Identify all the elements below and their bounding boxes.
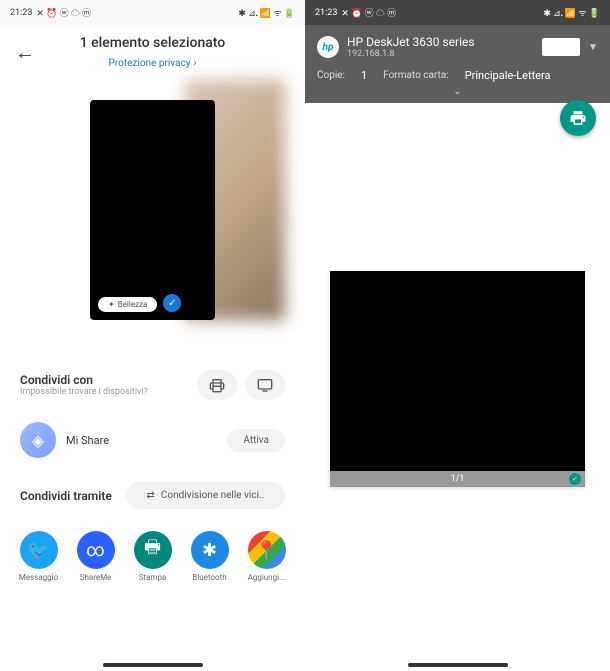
expand-options-chevron[interactable]: ⌄ — [317, 82, 598, 97]
share-app-stampa[interactable]: 🖶 Stampa — [125, 531, 180, 582]
selected-photo-thumbnail[interactable]: Bellezza ✓ — [90, 100, 215, 320]
cast-button[interactable] — [245, 370, 285, 400]
status-bar: 21:23 ✕ ⏰ ⓦ ☁ ⓜ ✱ ⊿᎐ 📶 ᯤ 🔋 — [305, 0, 610, 25]
share-apps-row: 🐦 Messaggio ∞ ShareMe 🖶 Stampa ✱ Bluetoo… — [0, 521, 305, 582]
bellezza-chip[interactable]: Bellezza — [98, 297, 157, 312]
ink-levels-indicator — [542, 38, 580, 56]
photo-preview-area: Bellezza ✓ — [20, 80, 285, 340]
nearby-share-chip[interactable]: ⇄ Condivisione nelle vici.. — [126, 482, 285, 509]
share-via-section: Condividi tramite ⇄ Condivisione nelle v… — [0, 470, 305, 521]
printer-ip: 192.168.1.8 — [347, 49, 534, 59]
chevron-right-icon: › — [193, 58, 196, 69]
printer-icon — [209, 377, 225, 393]
share-app-bluetooth[interactable]: ✱ Bluetooth — [182, 531, 237, 582]
status-time: 21:23 — [10, 8, 32, 18]
mishare-icon: ◈ — [20, 422, 56, 458]
print-button[interactable] — [197, 370, 237, 400]
nearby-icon: ⇄ — [147, 490, 155, 501]
page-content — [330, 271, 585, 471]
print-fab-button[interactable] — [560, 100, 596, 136]
page-selected-check-icon[interactable]: ✓ — [569, 473, 581, 485]
print-preview-container: 1/1 ✓ — [305, 103, 610, 654]
twitter-icon: 🐦 — [20, 531, 58, 569]
printer-selector[interactable]: hp HP DeskJet 3630 series 192.168.1.8 ▼ — [317, 35, 598, 59]
cast-icon — [257, 377, 273, 393]
selection-check-icon[interactable]: ✓ — [163, 294, 181, 312]
format-value[interactable]: Principale-Lettera — [465, 69, 551, 82]
mishare-activate-button[interactable]: Attiva — [227, 429, 285, 452]
share-with-title: Condividi con — [20, 373, 148, 387]
copies-label: Copie: — [317, 70, 345, 81]
format-label: Formato carta: — [383, 70, 449, 81]
mishare-label: Mi Share — [66, 434, 109, 447]
print-header: hp HP DeskJet 3630 series 192.168.1.8 ▼ … — [305, 25, 610, 103]
bluetooth-icon: ✱ — [191, 531, 229, 569]
copies-value[interactable]: 1 — [361, 69, 367, 82]
print-app-icon: 🖶 — [134, 531, 172, 569]
share-via-title: Condividi tramite — [20, 489, 112, 503]
nav-bar[interactable] — [103, 663, 203, 667]
printer-name: HP DeskJet 3630 series — [347, 35, 534, 49]
share-app-aggiungi[interactable]: 📍 Aggiungi... — [239, 531, 294, 582]
status-left-icons: ✕ ⏰ ⓦ ☁ ⓜ — [341, 6, 396, 19]
shareme-icon: ∞ — [77, 531, 115, 569]
page-counter: 1/1 — [451, 474, 465, 484]
dropdown-arrow-icon: ▼ — [588, 42, 598, 53]
page-footer: 1/1 ✓ — [330, 471, 585, 487]
nav-bar[interactable] — [408, 663, 508, 667]
share-with-subtitle[interactable]: Impossibile trovare i dispositivi? — [20, 387, 148, 397]
status-right-icons: ✱ ⊿᎐ 📶 ᯤ 🔋 — [543, 6, 600, 19]
share-app-shareme[interactable]: ∞ ShareMe — [68, 531, 123, 582]
header: ← 1 elemento selezionato Protezione priv… — [0, 25, 305, 80]
phone-left-gallery-share: 21:23 ✕ ⏰ ⓦ ☁ ⓜ ✱ ⊿᎐ 📶 ᯤ 🔋 ← 1 elemento … — [0, 0, 305, 671]
status-left-icons: ✕ ⏰ ⓦ ☁ ⓜ — [36, 6, 91, 19]
mishare-row: ◈ Mi Share Attiva — [0, 410, 305, 470]
privacy-link[interactable]: Protezione privacy › — [109, 58, 197, 69]
share-app-messaggio[interactable]: 🐦 Messaggio — [11, 531, 66, 582]
phone-right-print-dialog: 21:23 ✕ ⏰ ⓦ ☁ ⓜ ✱ ⊿᎐ 📶 ᯤ 🔋 hp HP DeskJet… — [305, 0, 610, 671]
maps-icon: 📍 — [248, 531, 286, 569]
print-preview-page[interactable]: 1/1 ✓ — [330, 271, 585, 487]
hp-logo-icon: hp — [317, 36, 339, 58]
share-with-section: Condividi con Impossibile trovare i disp… — [0, 360, 305, 410]
print-options-row: Copie: 1 Formato carta: Principale-Lette… — [317, 69, 598, 82]
status-bar: 21:23 ✕ ⏰ ⓦ ☁ ⓜ ✱ ⊿᎐ 📶 ᯤ 🔋 — [0, 0, 305, 25]
header-title: 1 elemento selezionato — [15, 35, 290, 51]
printer-icon — [569, 109, 587, 127]
status-right-icons: ✱ ⊿᎐ 📶 ᯤ 🔋 — [238, 6, 295, 19]
status-time: 21:23 — [315, 8, 337, 18]
